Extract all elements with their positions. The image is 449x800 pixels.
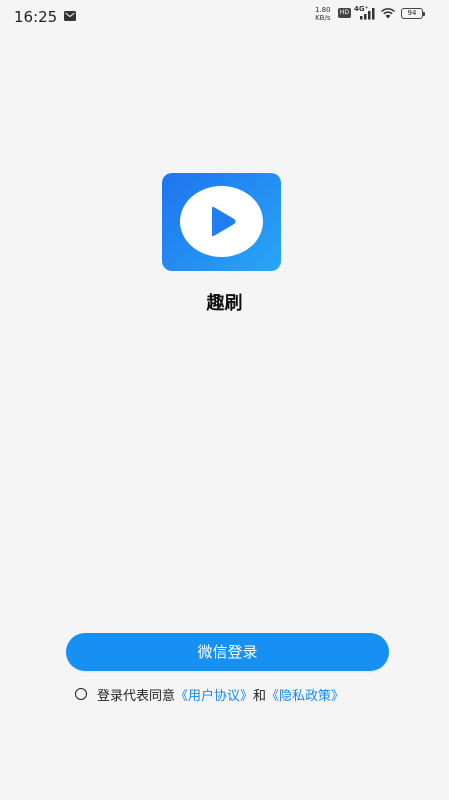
wechat-login-button[interactable]: 微信登录	[66, 633, 389, 671]
play-icon	[212, 206, 236, 237]
wifi-icon	[381, 8, 395, 19]
app-name: 趣刷	[206, 293, 243, 314]
login-screen: 16:25 1.80 KB/s HD 4G⁺ 94 趣刷 微信登录 登录代表同意…	[0, 0, 449, 800]
agreement-conjunction: 和	[253, 688, 267, 704]
user-agreement-link[interactable]: 《用户协议》	[175, 685, 253, 704]
hd-badge: HD	[338, 8, 351, 18]
mail-icon	[64, 11, 76, 21]
status-bar: 16:25 1.80 KB/s HD 4G⁺ 94	[0, 0, 449, 32]
battery-icon: 94	[401, 8, 425, 19]
agreement-prefix: 登录代表同意	[97, 688, 176, 704]
privacy-policy-link[interactable]: 《隐私政策》	[266, 685, 344, 704]
status-time: 16:25	[14, 8, 58, 26]
network-speed-value: 1.80	[315, 6, 331, 14]
battery-level: 94	[407, 9, 417, 17]
app-logo	[162, 173, 281, 271]
network-speed-unit: KB/s	[315, 14, 331, 22]
network-speed: 1.80 KB/s	[315, 6, 331, 22]
signal-icon: 4G⁺	[354, 5, 376, 20]
agreement-row: 登录代表同意 《用户协议》 和 《隐私政策》	[75, 684, 344, 704]
agree-radio-icon[interactable]	[75, 688, 87, 700]
